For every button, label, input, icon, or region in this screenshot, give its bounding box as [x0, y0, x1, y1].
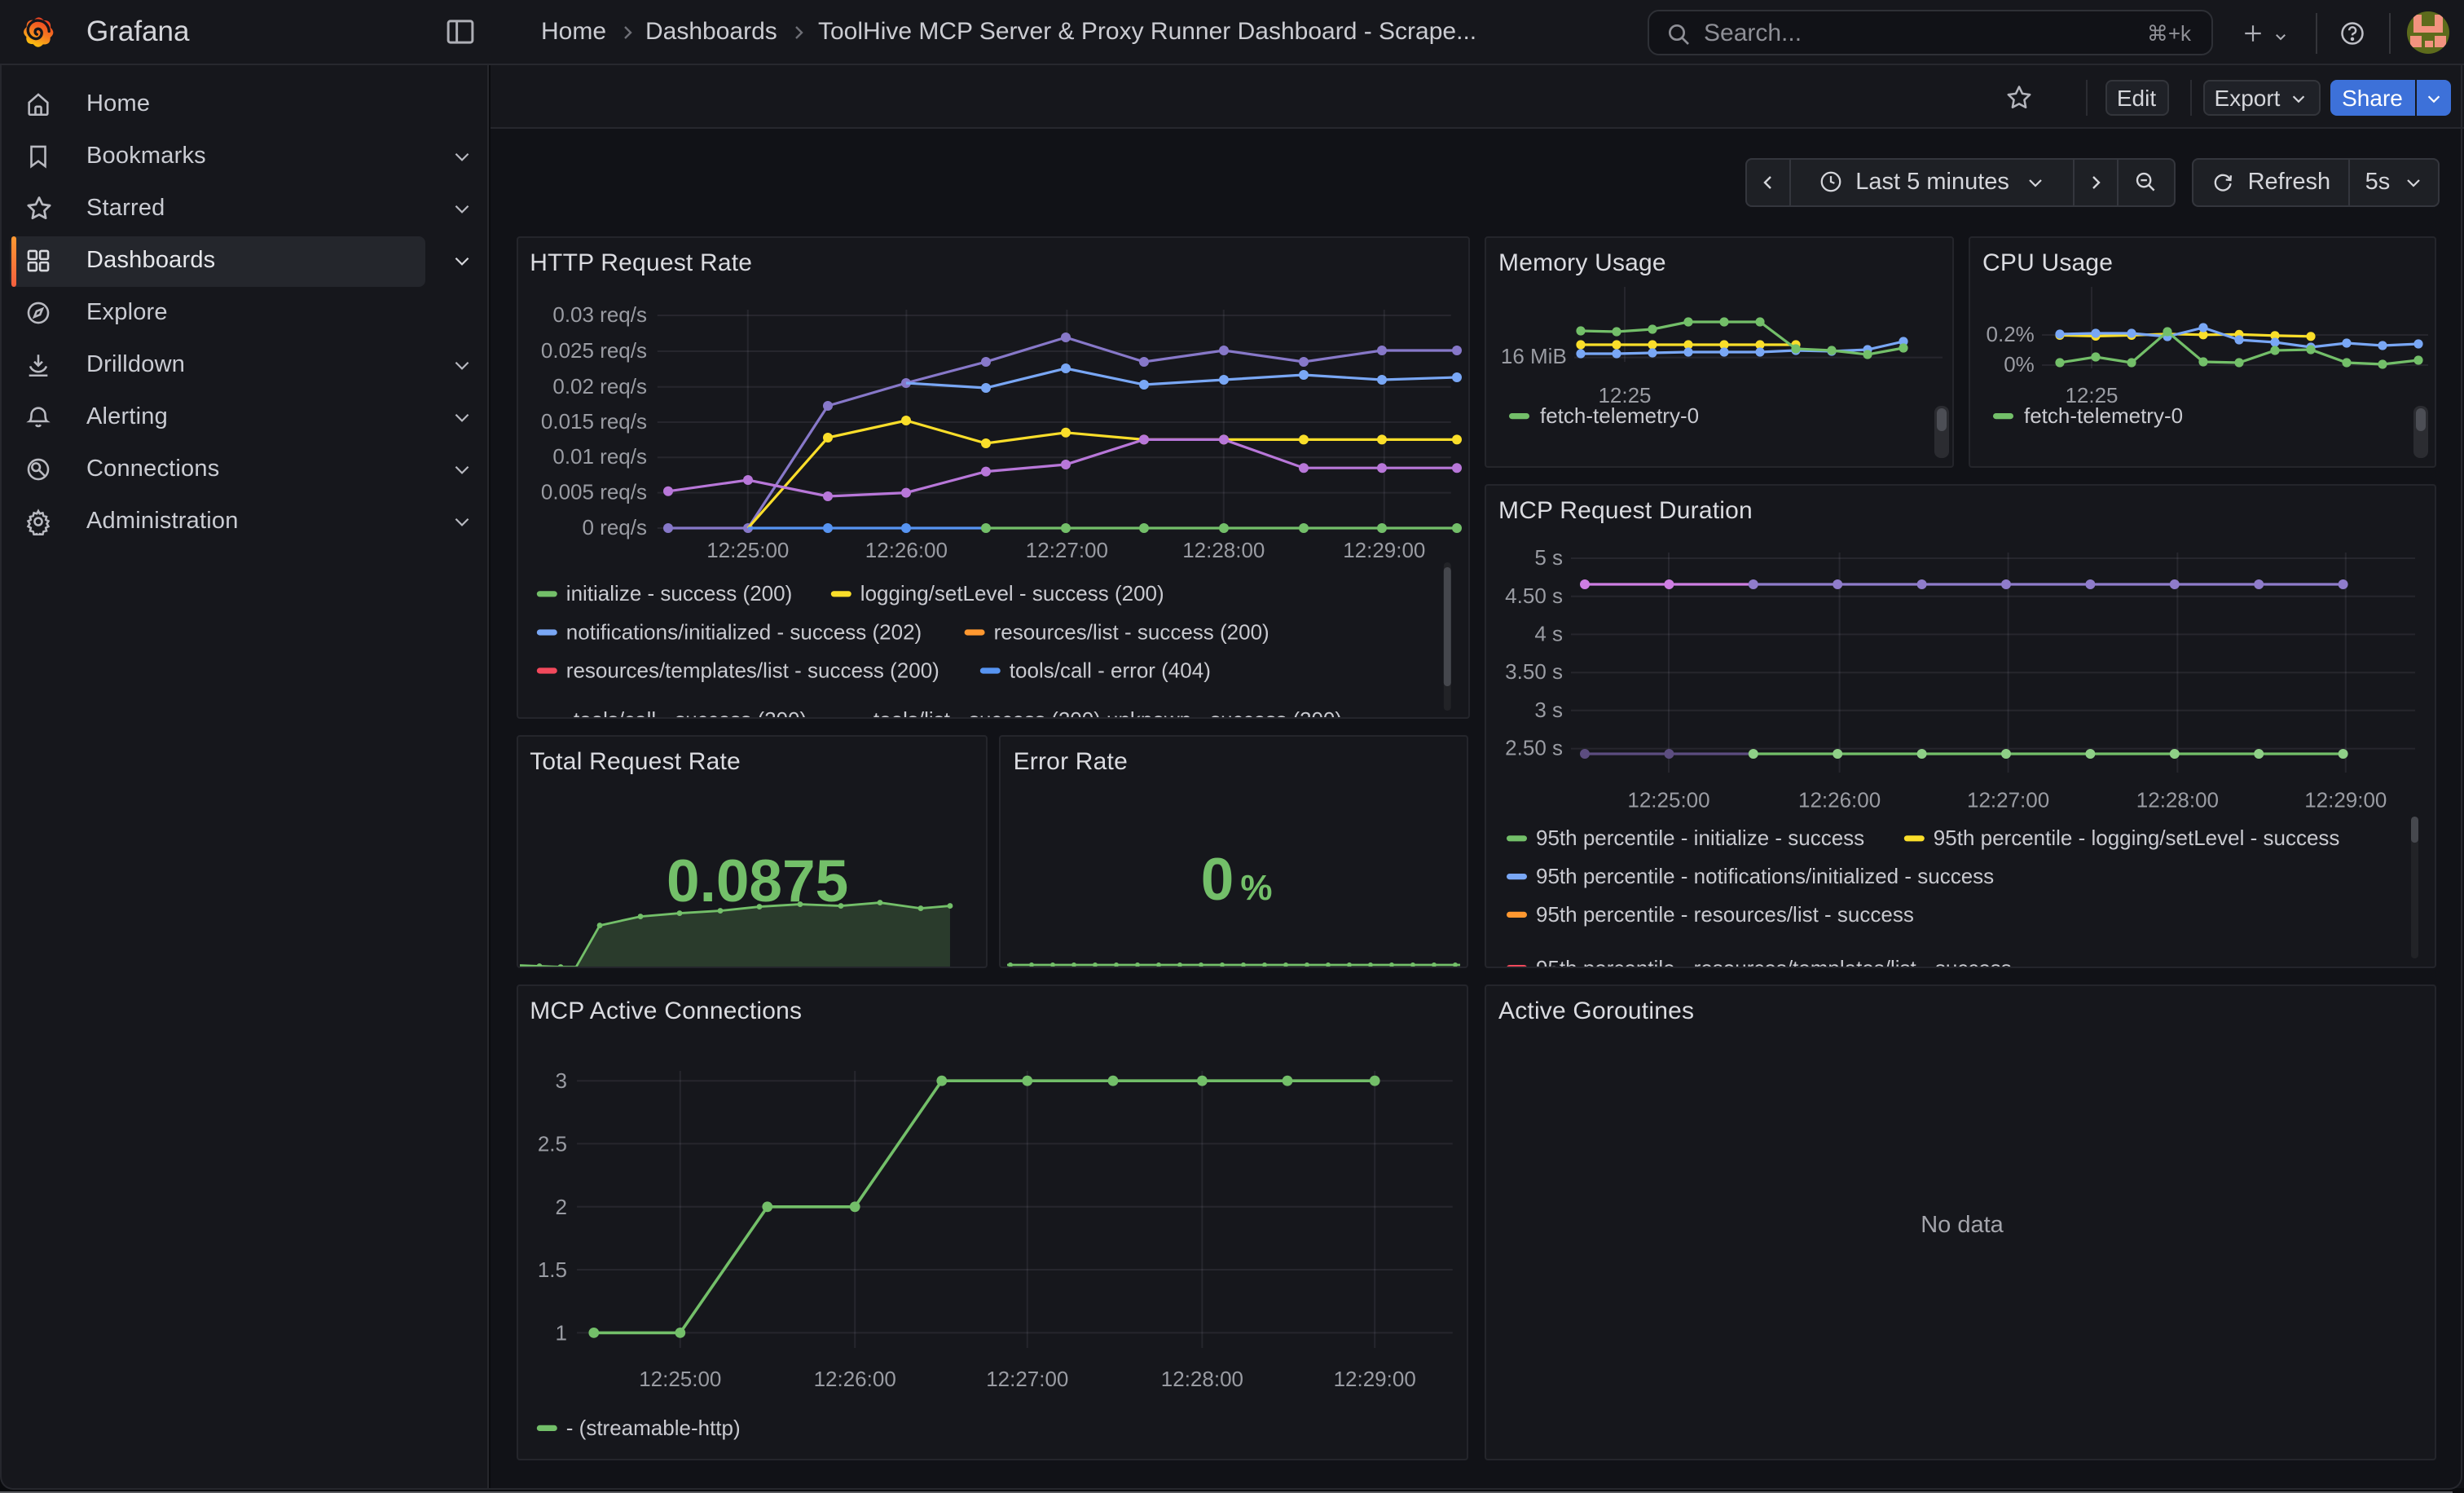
svg-text:1.5: 1.5 [537, 1257, 566, 1282]
svg-text:3.50 s: 3.50 s [1505, 660, 1563, 685]
svg-text:12:25:00: 12:25:00 [1627, 788, 1709, 813]
svg-text:3 s: 3 s [1534, 698, 1563, 722]
svg-text:1: 1 [555, 1320, 566, 1345]
svg-text:tools/call - success (200): tools/call - success (200) [573, 707, 806, 717]
svg-text:95th percentile - initialize -: 95th percentile - initialize - success [1536, 826, 1864, 851]
svg-text:0.015 req/s: 0.015 req/s [540, 409, 646, 434]
svg-text:logging/setLevel - success (20: logging/setLevel - success (200) [860, 581, 1164, 606]
svg-text:12:27:00: 12:27:00 [985, 1367, 1067, 1391]
svg-text:12:26:00: 12:26:00 [813, 1367, 895, 1391]
svg-text:12:25:00: 12:25:00 [706, 538, 788, 562]
svg-text:0.03 req/s: 0.03 req/s [552, 302, 647, 327]
svg-text:2.50 s: 2.50 s [1505, 736, 1563, 760]
svg-text:95th percentile - notification: 95th percentile - notifications/initiali… [1536, 865, 1994, 889]
svg-text:%: % [1241, 868, 1273, 908]
svg-text:2.5: 2.5 [537, 1131, 566, 1156]
svg-text:12:29:00: 12:29:00 [2304, 788, 2387, 813]
svg-text:4 s: 4 s [1534, 622, 1563, 646]
svg-text:0.005 req/s: 0.005 req/s [540, 480, 646, 504]
svg-text:tools/call - error (404): tools/call - error (404) [1009, 658, 1210, 682]
svg-text:0.0875: 0.0875 [666, 848, 847, 914]
svg-text:12:26:00: 12:26:00 [1798, 788, 1881, 813]
svg-text:0%: 0% [2004, 352, 2035, 377]
svg-text:0: 0 [1201, 847, 1234, 913]
svg-text:12:29:00: 12:29:00 [1333, 1367, 1415, 1391]
svg-text:5 s: 5 s [1534, 546, 1563, 570]
svg-text:fetch-telemetry-0: fetch-telemetry-0 [1540, 403, 1699, 428]
svg-text:4.50 s: 4.50 s [1505, 584, 1563, 608]
svg-text:resources/list - success (200): resources/list - success (200) [993, 619, 1269, 644]
svg-text:0 req/s: 0 req/s [582, 515, 647, 540]
svg-text:0.2%: 0.2% [1987, 322, 2035, 346]
svg-text:- (streamable-http): - (streamable-http) [565, 1416, 740, 1440]
svg-text:95th percentile - resources/li: 95th percentile - resources/list - succe… [1536, 902, 1914, 927]
svg-text:2: 2 [555, 1195, 566, 1219]
svg-text:tools/list - success (200): tools/list - success (200) [873, 707, 1100, 717]
svg-text:0.01 req/s: 0.01 req/s [552, 444, 647, 469]
svg-text:12:28:00: 12:28:00 [1181, 538, 1264, 562]
svg-text:0.025 req/s: 0.025 req/s [540, 338, 646, 363]
svg-text:resources/templates/list - suc: resources/templates/list - success (200) [565, 658, 939, 682]
svg-text:12:28:00: 12:28:00 [2136, 788, 2219, 813]
svg-text:95th percentile - logging/setL: 95th percentile - logging/setLevel - suc… [1934, 826, 2340, 851]
svg-text:notifications/initialized - su: notifications/initialized - success (202… [565, 619, 921, 644]
svg-text:12:29:00: 12:29:00 [1342, 538, 1424, 562]
svg-text:12:27:00: 12:27:00 [1025, 538, 1107, 562]
svg-text:95th percentile - resources/te: 95th percentile - resources/templates/li… [1536, 957, 2012, 967]
svg-text:12:25:00: 12:25:00 [638, 1367, 720, 1391]
svg-text:fetch-telemetry-0: fetch-telemetry-0 [2024, 403, 2183, 428]
svg-text:16 MiB: 16 MiB [1501, 344, 1567, 368]
svg-text:12:28:00: 12:28:00 [1160, 1367, 1243, 1391]
svg-text:unknown - success (200): unknown - success (200) [1106, 707, 1341, 717]
svg-text:0.02 req/s: 0.02 req/s [552, 374, 647, 399]
svg-text:12:26:00: 12:26:00 [865, 538, 947, 562]
svg-text:3: 3 [555, 1068, 566, 1093]
svg-text:initialize - success (200): initialize - success (200) [565, 581, 791, 606]
svg-text:12:27:00: 12:27:00 [1967, 788, 2049, 813]
